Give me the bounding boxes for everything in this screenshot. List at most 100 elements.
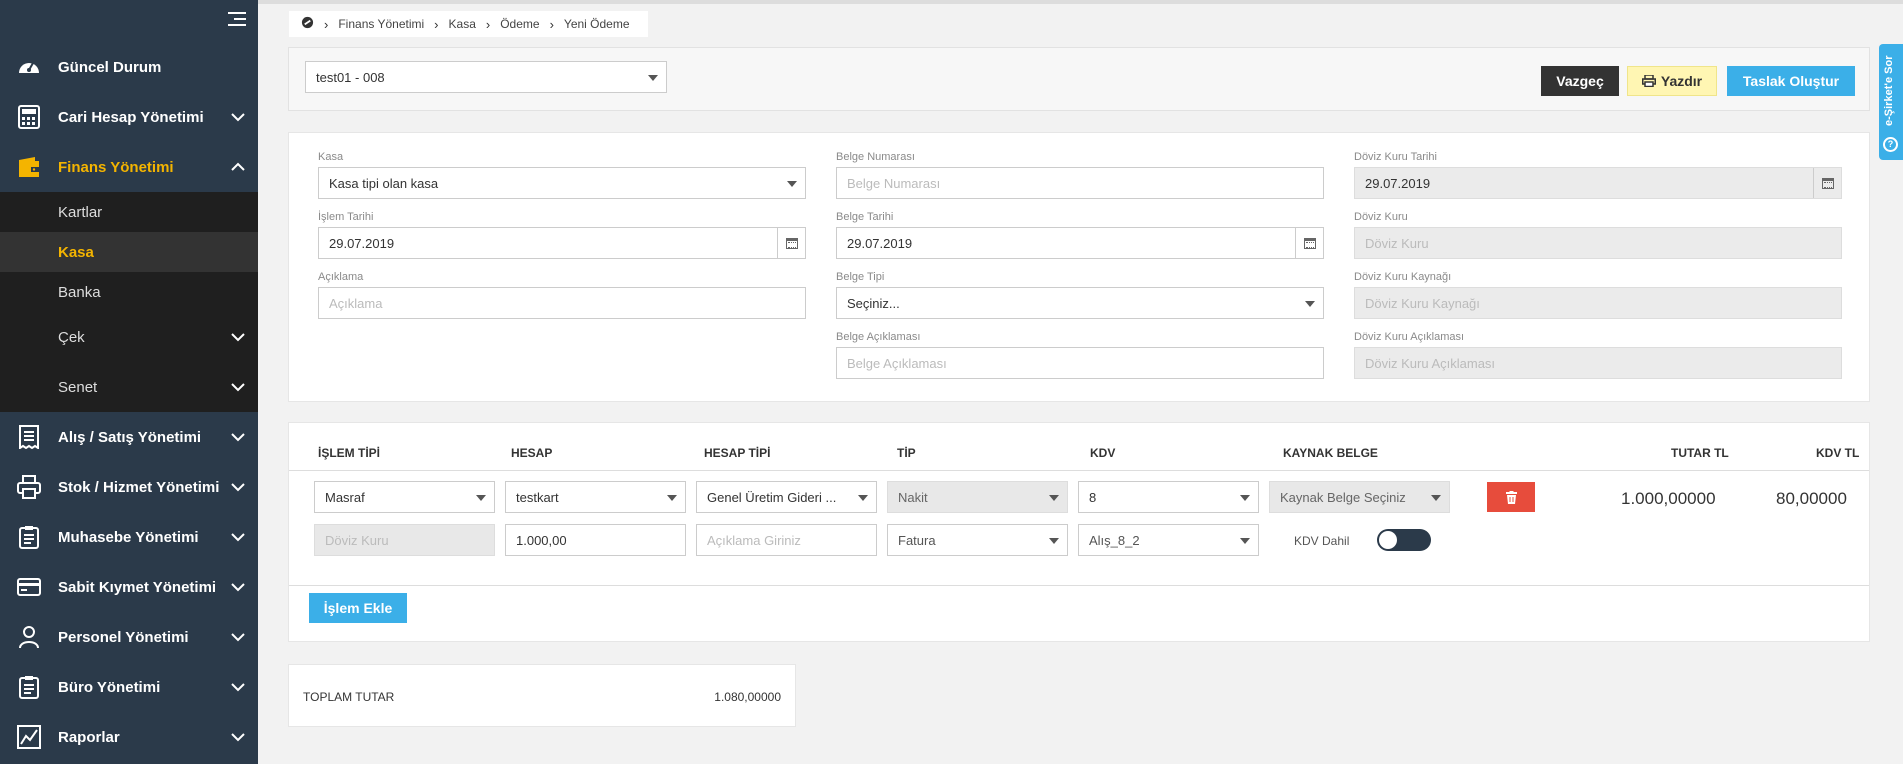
header-divider [289, 470, 1869, 471]
row-aciklama-placeholder: Açıklama Giriniz [707, 533, 801, 548]
belge-numarasi-placeholder: Belge Numarası [847, 176, 941, 191]
sidebar-item-raporlar[interactable]: Raporlar [0, 712, 258, 762]
breadcrumb-item[interactable]: Ödeme [500, 17, 539, 31]
doviz-kuru-tarihi-input[interactable]: 29.07.2019 [1354, 167, 1842, 199]
column-header: KDV TL [1816, 446, 1860, 460]
hesap-tipi-select[interactable]: Genel Üretim Gideri ... [696, 481, 877, 513]
user-icon [16, 624, 42, 650]
sidebar-subitem-senet[interactable]: Senet [0, 362, 258, 412]
sidebar-item-personel[interactable]: Personel Yönetimi [0, 612, 258, 662]
menu-icon[interactable] [228, 12, 246, 30]
doviz-kuru-tarihi-value: 29.07.2019 [1365, 176, 1431, 191]
kdv-kodu-select[interactable]: Alış_8_2 [1078, 524, 1259, 556]
add-transaction-button[interactable]: İşlem Ekle [309, 593, 407, 623]
clipboard-icon [16, 524, 42, 550]
sidebar-item-label: Raporlar [58, 728, 120, 746]
belge-tipi-label: Belge Tipi [836, 271, 885, 283]
sidebar-item-label: Muhasebe Yönetimi [58, 528, 199, 546]
kdv-value: 8 [1089, 490, 1097, 505]
cancel-button[interactable]: Vazgeç [1541, 66, 1619, 96]
chevron-right-icon: › [324, 16, 329, 32]
doviz-kuru-placeholder: Döviz Kuru [1365, 236, 1429, 251]
ask-e-sirket-tab[interactable]: e-Şirket'e Sor ? [1879, 44, 1903, 160]
belge-numarasi-input[interactable]: Belge Numarası [836, 167, 1324, 199]
sidebar-item-stok-hizmet[interactable]: Stok / Hizmet Yönetimi [0, 462, 258, 512]
sidebar-item-buro[interactable]: Büro Yönetimi [0, 662, 258, 712]
caret-down-icon [1240, 538, 1250, 544]
sidebar-toggle[interactable] [0, 0, 258, 42]
belge-numarasi-label: Belge Numarası [836, 151, 915, 163]
tutar-tl-value: 1.000,00000 [1621, 489, 1716, 508]
create-draft-button[interactable]: Taslak Oluştur [1727, 66, 1855, 96]
sidebar-item-muhasebe[interactable]: Muhasebe Yönetimi [0, 512, 258, 562]
column-header: KDV [1090, 446, 1116, 460]
islem-tipi-select[interactable]: Masraf [314, 481, 495, 513]
belge-aciklamasi-input[interactable]: Belge Açıklaması [836, 347, 1324, 379]
calendar-icon [785, 237, 798, 249]
home-icon[interactable] [301, 16, 314, 32]
doviz-kuru-aciklamasi-input: Döviz Kuru Açıklaması [1354, 347, 1842, 379]
calendar-button[interactable] [777, 228, 805, 258]
amount-input[interactable]: 1.000,00 [505, 524, 686, 556]
islem-tarihi-input[interactable]: 29.07.2019 [318, 227, 806, 259]
belge-turu-select[interactable]: Fatura [887, 524, 1068, 556]
kdv-dahil-label: KDV Dahil [1294, 534, 1350, 548]
sidebar-submenu-finans: Kartlar Kasa Banka Çek Senet [0, 192, 258, 412]
doviz-kuru-label: Döviz Kuru [1354, 211, 1408, 223]
kdv-select[interactable]: 8 [1078, 481, 1259, 513]
receipt-icon [16, 424, 42, 450]
calendar-button[interactable] [1813, 168, 1841, 198]
sidebar-item-label: Cari Hesap Yönetimi [58, 108, 204, 126]
chart-icon [16, 724, 42, 750]
doviz-kuru-kaynagi-input: Döviz Kuru Kaynağı [1354, 287, 1842, 319]
sidebar-subitem-banka[interactable]: Banka [0, 272, 258, 312]
breadcrumb-item[interactable]: Kasa [449, 17, 476, 31]
chevron-down-icon [231, 433, 245, 442]
transaction-table-panel: İŞLEM TİPİ HESAP HESAP TİPİ TİP KDV KAYN… [288, 422, 1870, 642]
sidebar-item-cari-hesap[interactable]: Cari Hesap Yönetimi [0, 92, 258, 142]
kasa-select-value: Kasa tipi olan kasa [329, 176, 439, 191]
hesap-tipi-value: Genel Üretim Gideri ... [707, 490, 837, 505]
row-aciklama-input[interactable]: Açıklama Giriniz [696, 524, 877, 556]
kasa-select[interactable]: Kasa tipi olan kasa [318, 167, 806, 199]
caret-down-icon [1049, 495, 1059, 501]
printer-icon [1641, 75, 1656, 87]
breadcrumb-item[interactable]: Finans Yönetimi [338, 17, 424, 31]
payment-form-panel: Kasa Kasa tipi olan kasa İşlem Tarihi 29… [288, 132, 1870, 402]
calendar-icon [1821, 177, 1834, 189]
column-header: İŞLEM TİPİ [318, 446, 381, 460]
trash-icon [1505, 490, 1517, 504]
caret-down-icon [648, 75, 658, 81]
print-button-label: Yazdır [1660, 73, 1703, 89]
sidebar-item-guncel-durum[interactable]: Güncel Durum [0, 42, 258, 92]
sidebar-item-label: Finans Yönetimi [58, 158, 174, 176]
calendar-icon [1303, 237, 1316, 249]
wallet-icon [16, 154, 42, 180]
sidebar-item-sabit-kiymet[interactable]: Sabit Kıymet Yönetimi [0, 562, 258, 612]
hesap-select[interactable]: testkart [505, 481, 686, 513]
belge-tipi-select[interactable]: Seçiniz... [836, 287, 1324, 319]
sidebar-subitem-kasa[interactable]: Kasa [0, 232, 258, 272]
aciklama-input[interactable]: Açıklama [318, 287, 806, 319]
tip-value: Nakit [898, 490, 928, 505]
print-button[interactable]: Yazdır [1627, 66, 1717, 96]
breadcrumb-item-current: Yeni Ödeme [563, 17, 630, 31]
calendar-button[interactable] [1295, 228, 1323, 258]
belge-tarihi-input[interactable]: 29.07.2019 [836, 227, 1324, 259]
sidebar-subitem-kartlar[interactable]: Kartlar [0, 192, 258, 232]
kdv-dahil-toggle[interactable] [1377, 529, 1431, 551]
sidebar-item-alis-satis[interactable]: Alış / Satış Yönetimi [0, 412, 258, 462]
sidebar-item-finans[interactable]: Finans Yönetimi [0, 142, 258, 192]
ask-e-sirket-label: e-Şirket'e Sor [1883, 55, 1895, 126]
chevron-right-icon: › [434, 16, 439, 32]
column-header: TUTAR TL [1671, 446, 1729, 460]
kaynak-belge-select: Kaynak Belge Seçiniz [1269, 481, 1450, 513]
delete-row-button[interactable] [1487, 482, 1535, 512]
add-transaction-label: İşlem Ekle [323, 600, 393, 616]
row-doviz-kuru-placeholder: Döviz Kuru [325, 533, 389, 548]
document-select[interactable]: test01 - 008 [305, 61, 667, 93]
chevron-down-icon [231, 113, 245, 122]
sidebar-subitem-cek[interactable]: Çek [0, 312, 258, 362]
caret-down-icon [1049, 538, 1059, 544]
sidebar-item-label: Stok / Hizmet Yönetimi [58, 478, 220, 496]
